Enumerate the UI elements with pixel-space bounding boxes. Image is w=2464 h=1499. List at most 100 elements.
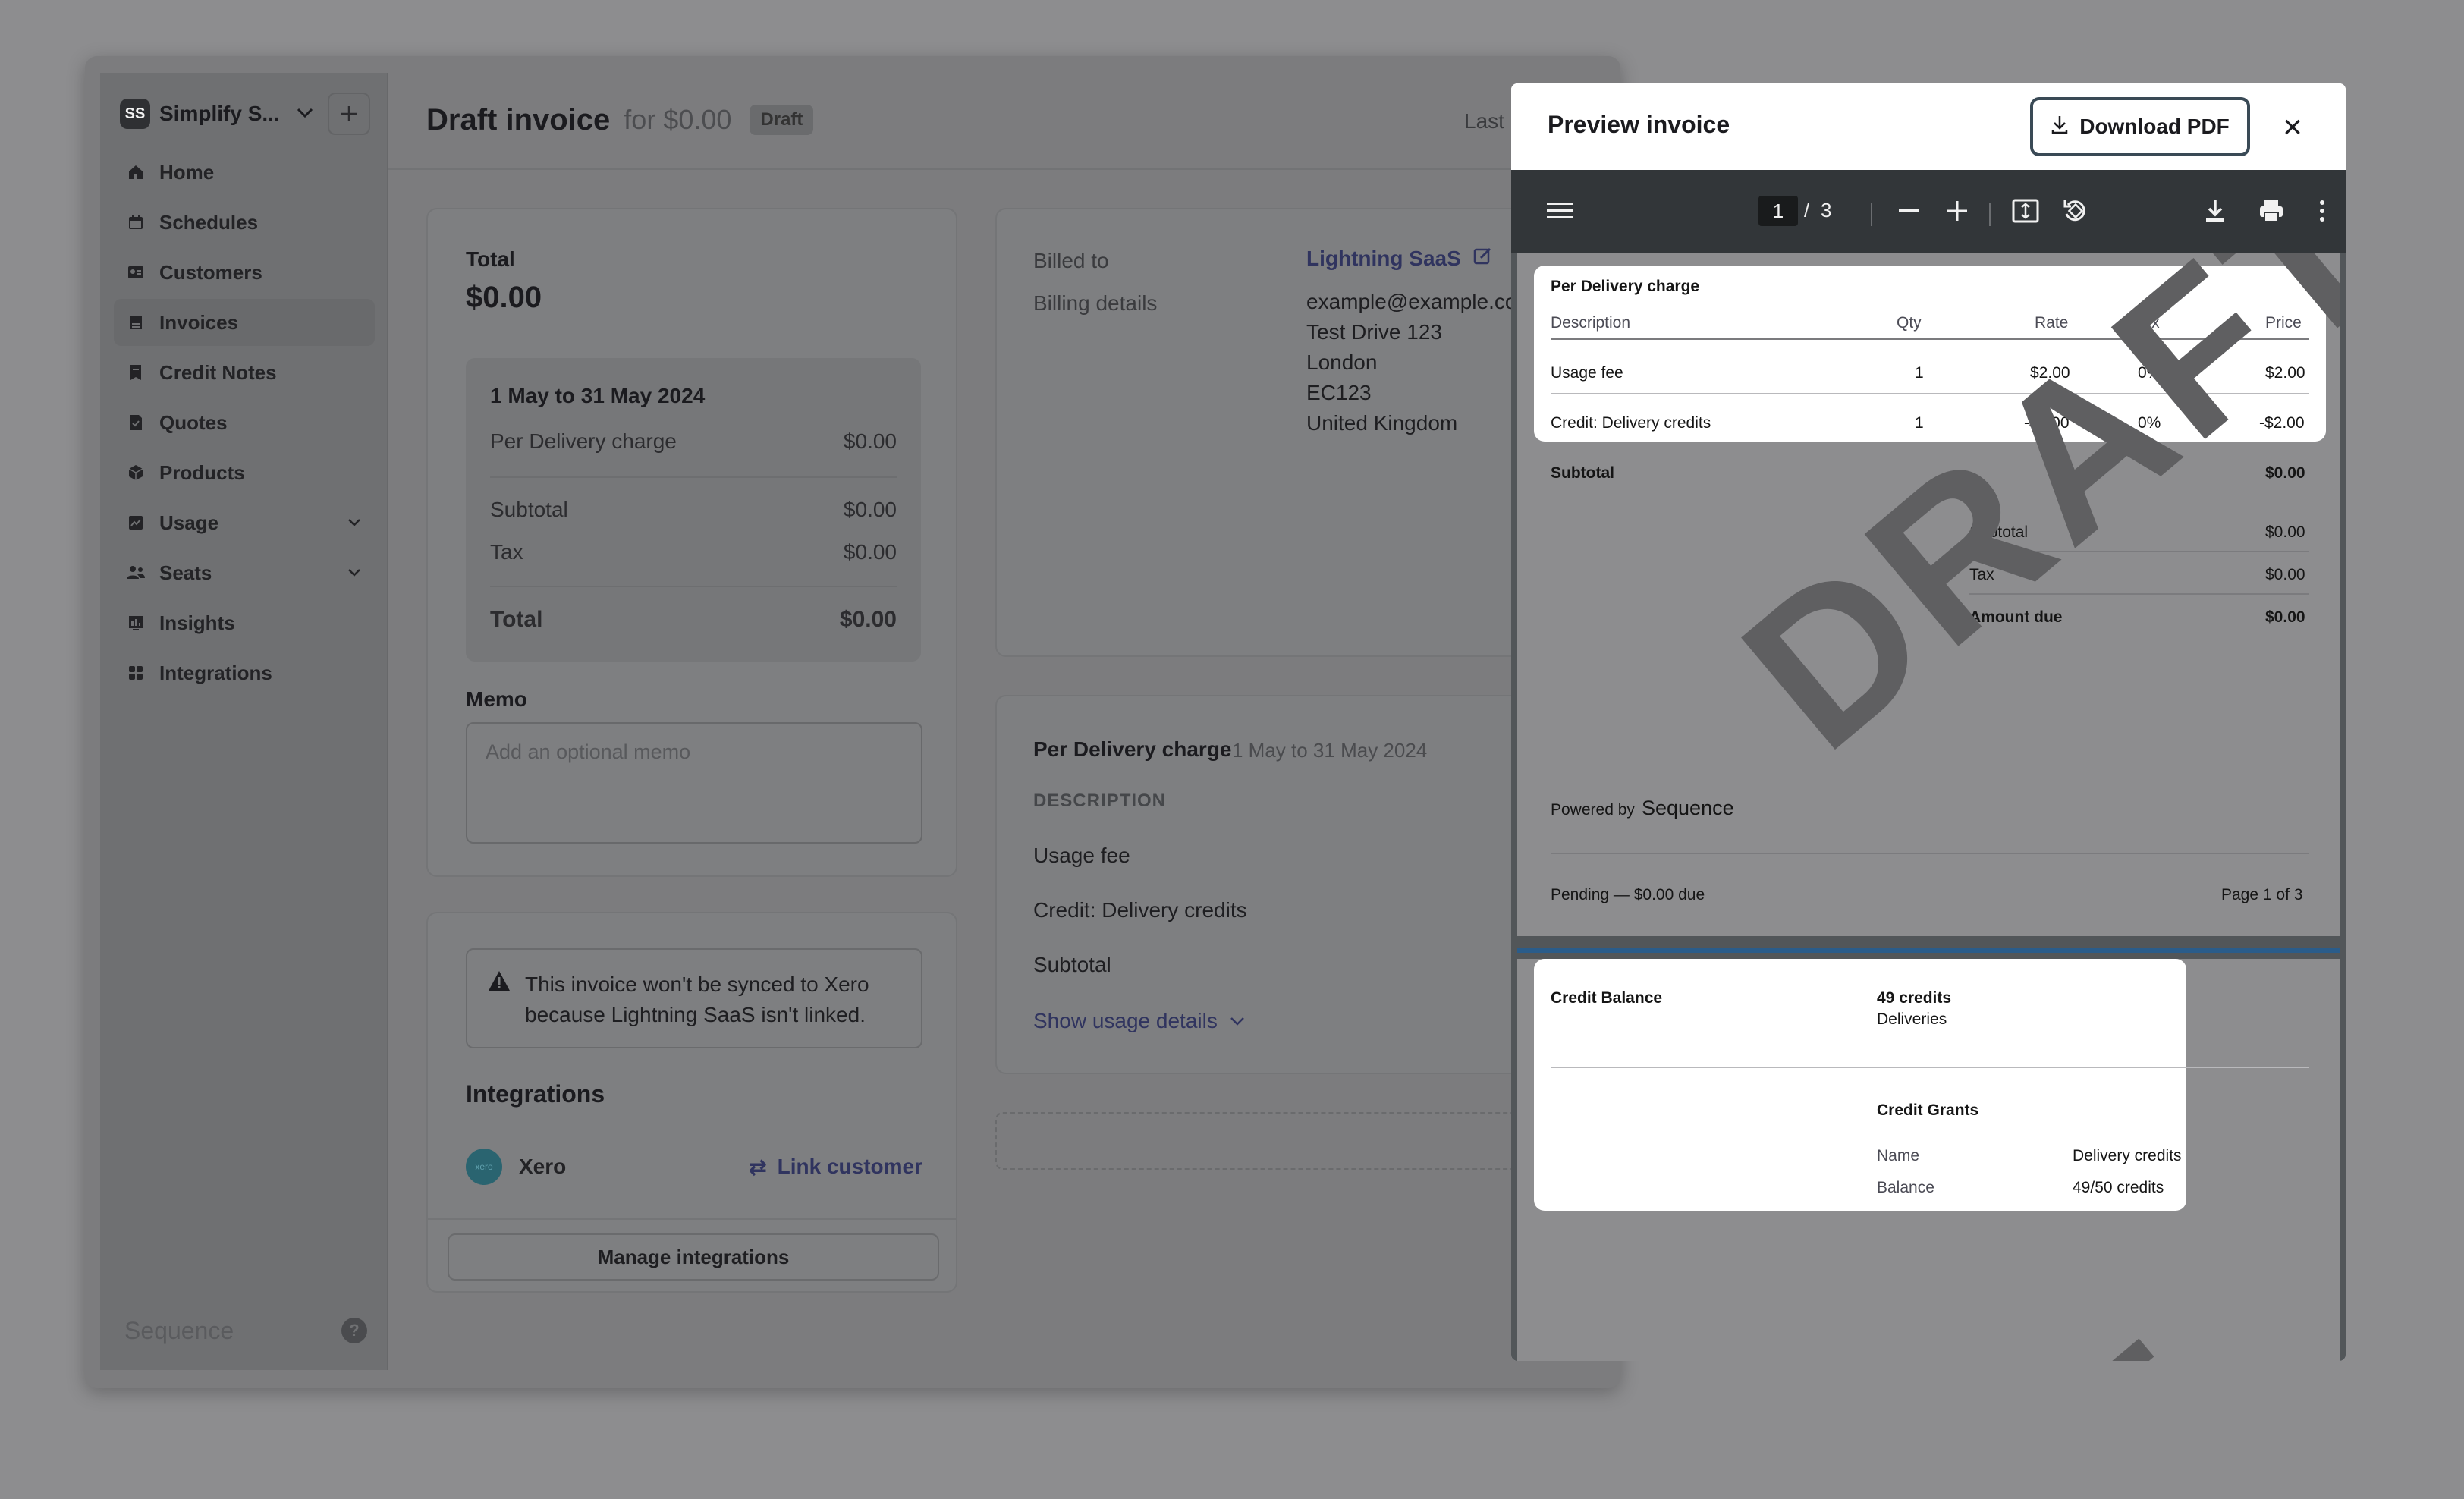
sequence-logo: Sequence <box>1642 797 1734 819</box>
menu-icon[interactable] <box>1545 193 1575 229</box>
page-header: Draft invoice for $0.00 Draft <box>426 97 814 143</box>
description-header: DESCRIPTION <box>1033 790 1167 811</box>
memo-label: Memo <box>466 687 527 711</box>
fit-page-icon[interactable] <box>2009 193 2042 229</box>
more-vertical-icon[interactable] <box>2311 193 2334 229</box>
subtotal-value: $0.00 <box>843 498 897 521</box>
chevron-down-icon <box>347 565 361 581</box>
workspace-avatar: SS <box>120 99 150 129</box>
link-customer-label: Link customer <box>777 1155 922 1178</box>
close-icon[interactable]: × <box>2270 105 2315 150</box>
divider <box>428 1218 956 1220</box>
credit-unit: Deliveries <box>1877 1010 1947 1028</box>
period-title: 1 May to 31 May 2024 <box>490 384 706 407</box>
preview-invoice-panel: Preview invoice Download PDF × 1 / 3 Per… <box>1511 83 2346 1361</box>
sidebar-item-integrations[interactable]: Integrations <box>114 649 375 696</box>
add-button[interactable] <box>328 93 370 135</box>
subtotal-row: Subtotal $0.00 <box>490 498 897 522</box>
footer-status: Pending — $0.00 due <box>1551 886 1705 903</box>
tax-value: $0.00 <box>843 540 897 564</box>
line-item: Usage fee <box>1033 844 1130 867</box>
divider <box>1551 1067 2309 1068</box>
divider <box>1551 853 2309 854</box>
edit-icon[interactable] <box>1473 246 1493 271</box>
row-qty: 1 <box>1915 364 1924 382</box>
sidebar-item-label: Products <box>159 460 245 484</box>
show-usage-details-button[interactable]: Show usage details <box>1033 1009 1245 1033</box>
sidebar-item-label: Customers <box>159 260 262 284</box>
billing-email: example@example.cor <box>1306 290 1524 313</box>
charge-period: 1 May to 31 May 2024 <box>1232 739 1428 762</box>
grant-name-value: Delivery credits <box>2073 1147 2182 1164</box>
show-usage-label: Show usage details <box>1033 1009 1218 1032</box>
integrations-title: Integrations <box>466 1080 605 1108</box>
link-customer-button[interactable]: ⇄ Link customer <box>749 1155 922 1180</box>
credit-balance-label: Credit Balance <box>1551 989 1663 1007</box>
sidebar-item-seats[interactable]: Seats <box>114 549 375 596</box>
col-description: Description <box>1551 314 1631 332</box>
sidebar: SS Simplify S... Home Schedules Customer… <box>100 73 388 1370</box>
page-separator-bar <box>1517 948 2340 953</box>
subtotal-label: Subtotal <box>1551 464 1614 482</box>
manage-integrations-button[interactable]: Manage integrations <box>448 1233 939 1281</box>
print-icon[interactable] <box>2256 193 2286 229</box>
sidebar-item-home[interactable]: Home <box>114 149 375 196</box>
divider <box>1989 203 1991 226</box>
total-row-value: $0.00 <box>839 607 897 632</box>
pdf-viewer[interactable]: Per Delivery charge Description Qty Rate… <box>1511 253 2346 1361</box>
sidebar-item-label: Credit Notes <box>159 360 277 384</box>
memo-input[interactable] <box>466 722 922 844</box>
warning-text: This invoice won't be synced to Xero bec… <box>525 973 869 1026</box>
invoice-icon <box>126 313 146 332</box>
charge-card: Per Delivery charge 1 May to 31 May 2024… <box>995 695 1542 1074</box>
header-divider <box>388 168 1620 170</box>
total-row: Total $0.00 <box>490 607 897 633</box>
row-description: Usage fee <box>1551 364 1623 382</box>
sidebar-item-customers[interactable]: Customers <box>114 249 375 296</box>
chevron-down-icon <box>347 515 361 531</box>
sidebar-nav: Home Schedules Customers Invoices Credit… <box>114 149 375 699</box>
page-number-input[interactable]: 1 <box>1758 196 1798 226</box>
download-icon[interactable] <box>2200 193 2230 229</box>
help-icon[interactable]: ? <box>341 1318 367 1343</box>
period-summary: 1 May to 31 May 2024 Per Delivery charge… <box>466 358 921 662</box>
subtotal-value: $0.00 <box>2265 464 2305 482</box>
sidebar-item-usage[interactable]: Usage <box>114 499 375 546</box>
zoom-out-icon[interactable] <box>1894 193 1924 229</box>
rotate-icon[interactable] <box>2059 193 2092 229</box>
customer-link[interactable]: Lightning SaaS <box>1306 246 1493 271</box>
sidebar-item-schedules[interactable]: Schedules <box>114 199 375 246</box>
credit-note-icon <box>126 363 146 382</box>
download-pdf-button[interactable]: Download PDF <box>2030 97 2250 156</box>
line-item: Credit: Delivery credits <box>1033 898 1247 922</box>
sidebar-item-credit-notes[interactable]: Credit Notes <box>114 349 375 396</box>
address-line: Test Drive 123 <box>1306 320 1442 344</box>
zoom-in-icon[interactable] <box>1942 193 1972 229</box>
page-indicator: Page 1 of 3 <box>2221 886 2303 903</box>
sequence-logo: Sequence <box>124 1316 234 1344</box>
charge-label: Per Delivery charge <box>490 429 677 453</box>
divider <box>490 476 897 478</box>
sidebar-item-products[interactable]: Products <box>114 449 375 496</box>
chevron-down-icon <box>297 105 313 123</box>
subtotal-label: Subtotal <box>490 498 568 521</box>
preview-header: Preview invoice Download PDF × <box>1511 83 2346 170</box>
seats-icon <box>126 563 146 583</box>
charge-title: Per Delivery charge <box>1033 737 1232 761</box>
workspace-switcher[interactable]: SS Simplify S... <box>120 93 370 135</box>
billed-to-card: Billed to Lightning SaaS Billing details… <box>995 208 1542 657</box>
sidebar-item-insights[interactable]: Insights <box>114 599 375 646</box>
workspace-name: Simplify S... <box>159 102 280 125</box>
home-icon <box>126 162 146 182</box>
powered-by-label: Powered by <box>1551 801 1635 819</box>
total-label: Total <box>466 247 515 271</box>
xero-logo: xero <box>466 1149 502 1185</box>
sidebar-item-quotes[interactable]: Quotes <box>114 399 375 446</box>
sidebar-item-invoices[interactable]: Invoices <box>114 299 375 346</box>
chart-icon <box>126 613 146 633</box>
dropzone[interactable] <box>995 1112 1542 1170</box>
pdf-page-1: Per Delivery charge Description Qty Rate… <box>1517 253 2340 936</box>
address-line: United Kingdom <box>1306 411 1458 435</box>
download-icon <box>2051 115 2069 140</box>
address-line: EC123 <box>1306 381 1372 404</box>
